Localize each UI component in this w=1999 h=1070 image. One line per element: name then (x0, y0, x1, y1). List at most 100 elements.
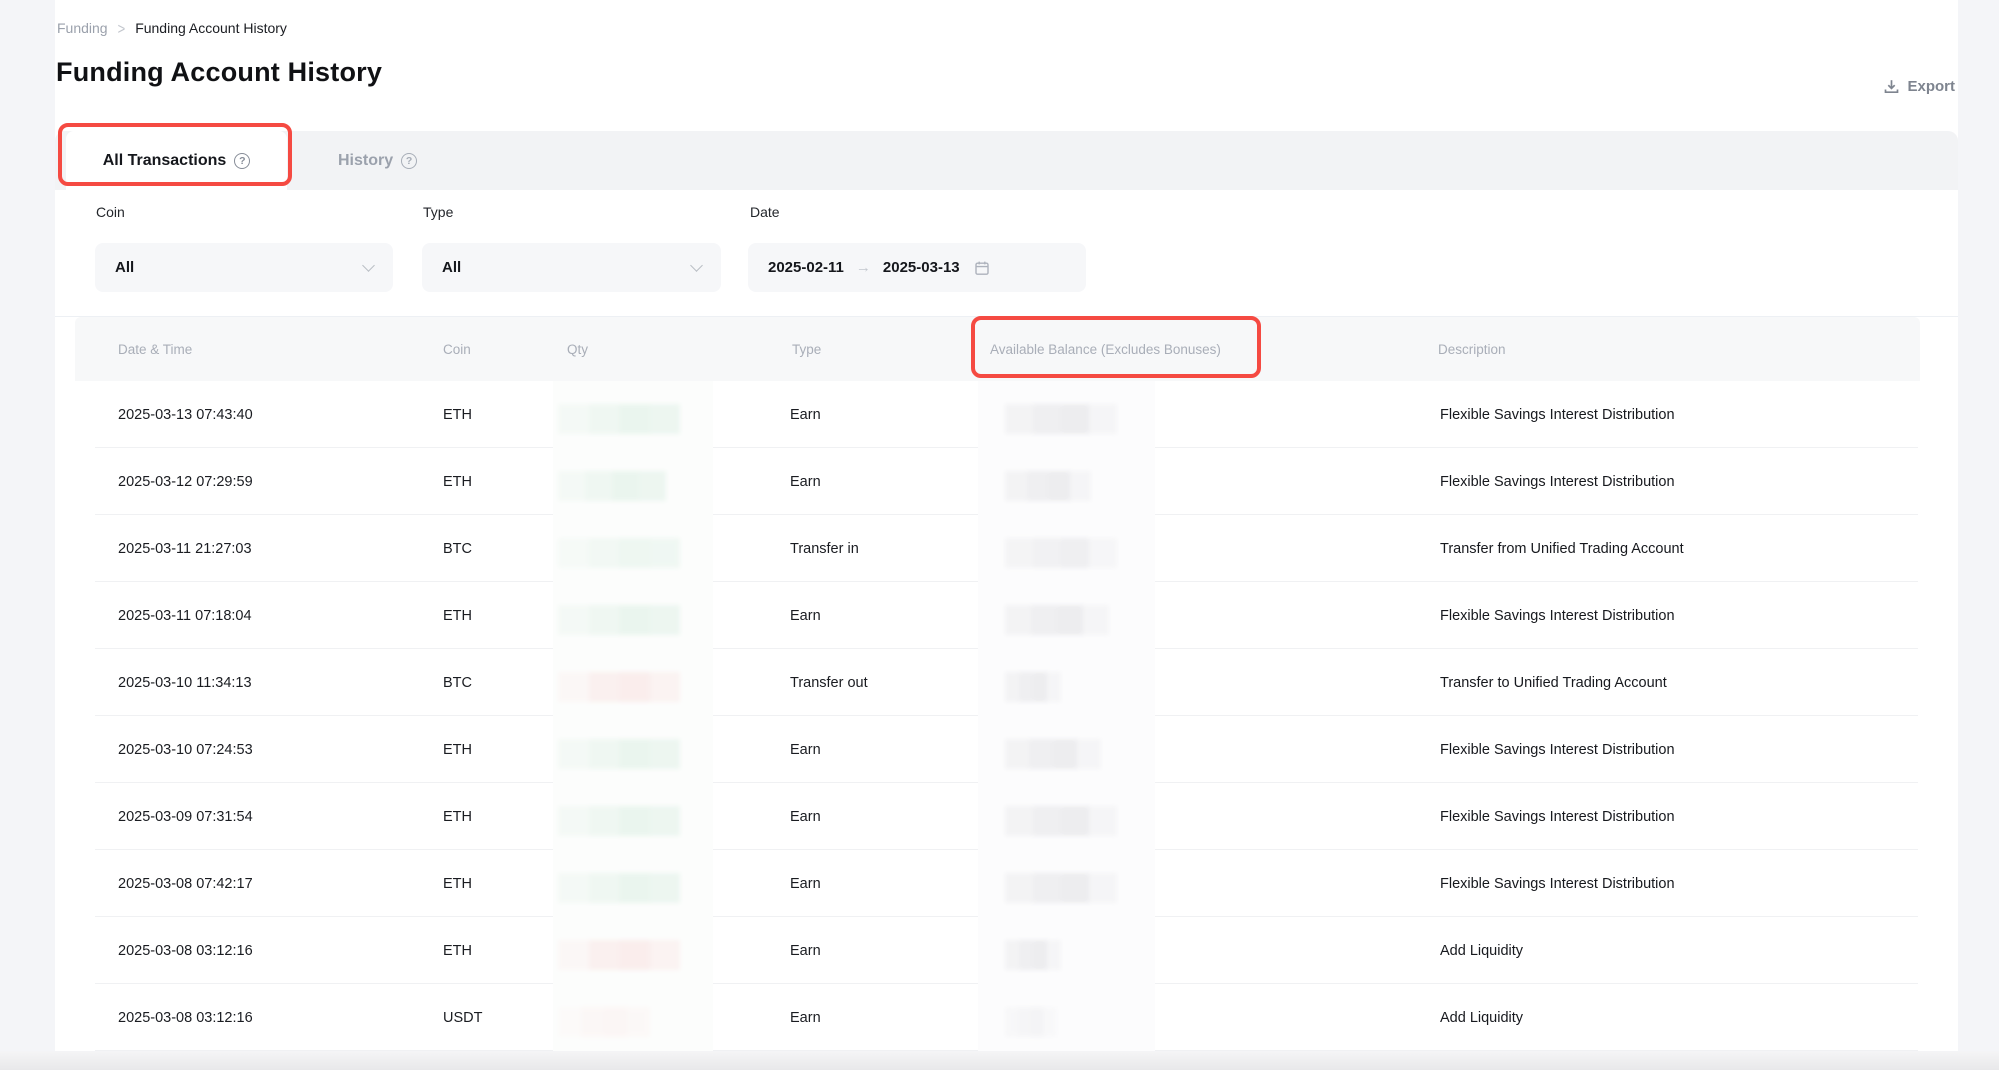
chevron-down-icon (362, 259, 375, 272)
help-icon[interactable]: ? (401, 153, 417, 169)
cell-type: Earn (790, 783, 821, 850)
cell-coin: ETH (443, 917, 472, 984)
table-row: 2025-03-08 07:42:17ETHEarnFlexible Savin… (0, 850, 1999, 917)
mask-tile (1061, 538, 1089, 568)
tab-all-transactions[interactable]: All Transactions ? (66, 131, 287, 190)
column-header-description: Description (1438, 317, 1506, 381)
column-header-available-balance: Available Balance (Excludes Bonuses) (990, 317, 1221, 381)
mask-tile (589, 739, 620, 769)
masked-balance-value (1005, 471, 1091, 501)
help-icon[interactable]: ? (234, 153, 250, 169)
mask-tile (604, 1007, 627, 1037)
mask-tile (558, 538, 589, 568)
mask-tile (639, 471, 666, 501)
coin-select-value: All (115, 259, 134, 276)
cell-coin: ETH (443, 850, 472, 917)
mask-tile (650, 404, 681, 434)
mask-tile (1089, 538, 1117, 568)
masked-balance-value (1005, 806, 1117, 836)
cell-description: Flexible Savings Interest Distribution (1440, 716, 1675, 783)
masked-balance-value (1005, 538, 1117, 568)
coin-select[interactable]: All (95, 243, 393, 292)
cell-description: Flexible Savings Interest Distribution (1440, 381, 1675, 448)
column-header-coin: Coin (443, 317, 471, 381)
cell-type: Earn (790, 582, 821, 649)
calendar-icon (974, 260, 990, 276)
date-end-value: 2025-03-13 (883, 259, 960, 276)
table-header-row: Date & Time Coin Qty Type Available Bala… (75, 317, 1920, 381)
mask-tile (619, 404, 650, 434)
mask-tile (1005, 1007, 1018, 1037)
masked-balance-value (1005, 940, 1061, 970)
date-start-value: 2025-02-11 (768, 259, 844, 276)
table-row: 2025-03-11 07:18:04ETHEarnFlexible Savin… (0, 582, 1999, 649)
table-row: 2025-03-08 03:12:16ETHEarnAdd Liquidity (0, 917, 1999, 984)
table-row: 2025-03-11 21:27:03BTCTransfer inTransfe… (0, 515, 1999, 582)
cell-datetime: 2025-03-12 07:29:59 (118, 448, 253, 515)
cell-coin: ETH (443, 381, 472, 448)
masked-qty-value (558, 806, 680, 836)
mask-tile (1083, 605, 1109, 635)
cell-datetime: 2025-03-08 07:42:17 (118, 850, 253, 917)
mask-tile (619, 605, 650, 635)
mask-tile (558, 739, 589, 769)
mask-tile (1031, 605, 1057, 635)
funding-account-history-page: Funding > Funding Account History Fundin… (0, 0, 1999, 1070)
mask-tile (589, 605, 620, 635)
mask-tile (627, 1007, 650, 1037)
export-label: Export (1907, 78, 1955, 95)
cell-datetime: 2025-03-10 11:34:13 (118, 649, 252, 716)
cell-coin: USDT (443, 984, 482, 1051)
masked-qty-value (558, 605, 680, 635)
cell-coin: ETH (443, 716, 472, 783)
mask-tile (650, 806, 681, 836)
cell-coin: ETH (443, 582, 472, 649)
type-select-value: All (442, 259, 461, 276)
mask-tile (1077, 739, 1101, 769)
mask-tile (1061, 873, 1089, 903)
mask-tile (619, 940, 650, 970)
cell-description: Add Liquidity (1440, 917, 1523, 984)
masked-balance-value (1005, 404, 1117, 434)
cell-coin: BTC (443, 649, 472, 716)
mask-tile (1033, 404, 1061, 434)
column-header-qty: Qty (567, 317, 588, 381)
mask-tile (585, 471, 612, 501)
mask-tile (1033, 806, 1061, 836)
mask-tile (1033, 940, 1047, 970)
type-select[interactable]: All (422, 243, 721, 292)
date-range-picker[interactable]: 2025-02-11 → 2025-03-13 (748, 243, 1086, 292)
mask-tile (619, 806, 650, 836)
mask-tile (612, 471, 639, 501)
tab-history[interactable]: History ? (322, 131, 433, 190)
cell-type: Earn (790, 716, 821, 783)
mask-tile (1033, 538, 1061, 568)
mask-tile (1070, 471, 1092, 501)
mask-tile (1061, 806, 1089, 836)
table-row: 2025-03-09 07:31:54ETHEarnFlexible Savin… (0, 783, 1999, 850)
cell-datetime: 2025-03-10 07:24:53 (118, 716, 253, 783)
breadcrumb-chevron-icon: > (118, 19, 126, 37)
mask-tile (650, 538, 681, 568)
masked-qty-value (558, 1007, 650, 1037)
column-header-type: Type (792, 317, 821, 381)
cell-description: Flexible Savings Interest Distribution (1440, 783, 1675, 850)
export-button[interactable]: Export (1883, 78, 1955, 95)
mask-tile (558, 471, 585, 501)
mask-tile (1027, 471, 1049, 501)
chevron-down-icon (690, 259, 703, 272)
cell-datetime: 2025-03-08 03:12:16 (118, 984, 253, 1051)
mask-tile (1005, 873, 1033, 903)
breadcrumb-funding-link[interactable]: Funding (57, 20, 108, 36)
mask-tile (1089, 873, 1117, 903)
mask-tile (558, 873, 589, 903)
mask-tile (650, 873, 681, 903)
mask-tile (1044, 1007, 1057, 1037)
cell-datetime: 2025-03-09 07:31:54 (118, 783, 253, 850)
mask-tile (589, 806, 620, 836)
mask-tile (1033, 672, 1047, 702)
column-header-datetime: Date & Time (118, 317, 192, 381)
mask-tile (581, 1007, 604, 1037)
mask-tile (1019, 940, 1033, 970)
cell-description: Transfer from Unified Trading Account (1440, 515, 1684, 582)
